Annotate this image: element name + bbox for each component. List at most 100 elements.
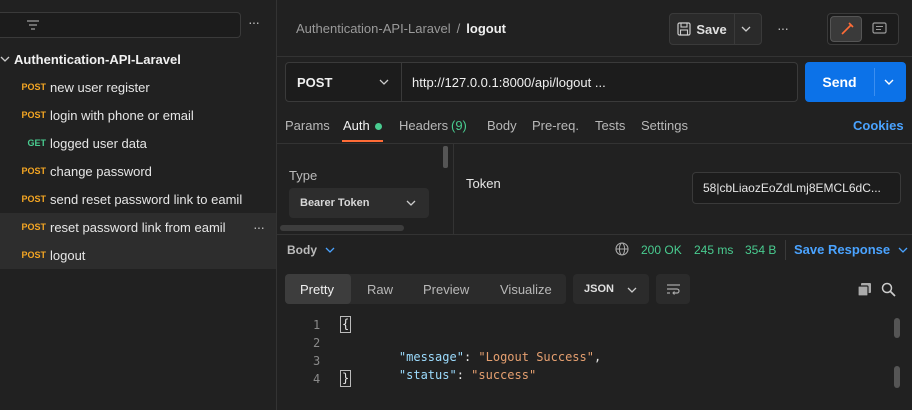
tab-prereq[interactable]: Pre-req.	[532, 118, 579, 133]
method-badge: POST	[21, 194, 46, 204]
send-label: Send	[822, 74, 857, 90]
copy-icon[interactable]	[857, 282, 872, 297]
auth-scrollbar-vertical[interactable]	[443, 146, 448, 168]
chevron-down-icon[interactable]	[0, 54, 10, 64]
response-view-tabs: Pretty Raw Preview Visualize	[285, 274, 566, 304]
json-close-brace: }	[339, 370, 352, 387]
tab-tests[interactable]: Tests	[595, 118, 625, 133]
tab-params[interactable]: Params	[285, 118, 330, 133]
tab-body[interactable]: Body	[487, 118, 517, 133]
method-badge: POST	[21, 110, 46, 120]
chevron-down-icon	[898, 247, 908, 253]
chevron-down-icon	[627, 287, 637, 293]
item-more-icon[interactable]: ···	[253, 219, 265, 235]
request-name: change password	[50, 163, 152, 179]
send-button[interactable]: Send	[805, 62, 874, 102]
divider	[277, 143, 912, 144]
line-number: 2	[313, 336, 321, 350]
save-response-button[interactable]: Save Response	[794, 242, 908, 257]
list-item-selected[interactable]: POST logout	[0, 241, 276, 269]
tab-pretty[interactable]: Pretty	[285, 274, 351, 304]
list-item[interactable]: GET logged user data	[0, 129, 276, 157]
breadcrumb: Authentication-API-Laravel / logout	[296, 21, 506, 36]
request-name: logout	[50, 247, 86, 263]
tab-headers[interactable]: Headers	[399, 118, 448, 133]
active-tab-indicator	[342, 140, 383, 142]
divider	[785, 240, 786, 260]
format-select[interactable]: JSON	[573, 274, 649, 304]
sidebar-search-input[interactable]	[0, 12, 241, 38]
wrap-icon	[667, 284, 680, 295]
wrap-lines-button[interactable]	[656, 274, 690, 304]
response-scrollbar-thumb[interactable]	[894, 366, 900, 388]
chevron-down-icon	[406, 200, 416, 206]
status-badge[interactable]: 200 OK	[641, 243, 682, 257]
request-name: send reset password link to eamil	[50, 191, 243, 207]
request-header: Authentication-API-Laravel / logout Save…	[277, 0, 912, 57]
method-select[interactable]: POST	[286, 63, 402, 101]
sidebar: ··· Authentication-API-Laravel POST new …	[0, 0, 277, 410]
auth-divider	[453, 144, 454, 234]
token-input[interactable]: 58|cbLiaozEoZdLmj8EMCL6dC...	[692, 172, 901, 204]
globe-icon[interactable]	[615, 242, 629, 256]
line-number: 4	[313, 372, 321, 386]
response-code-viewer[interactable]: 1 2 3 4 { "message": "Logout Success", "…	[300, 316, 880, 406]
auth-type-select[interactable]: Bearer Token	[289, 188, 429, 218]
tab-raw[interactable]: Raw	[367, 282, 393, 297]
list-item[interactable]: POST change password	[0, 157, 276, 185]
tab-visualize[interactable]: Visualize	[500, 282, 552, 297]
breadcrumb-collection[interactable]: Authentication-API-Laravel	[296, 21, 451, 36]
json-comma: ,	[593, 350, 602, 364]
auth-type-value: Bearer Token	[300, 197, 370, 209]
method-value: POST	[297, 75, 333, 90]
header-more-icon[interactable]: ···	[777, 20, 789, 36]
tab-preview[interactable]: Preview	[423, 282, 469, 297]
auth-scrollbar-horizontal[interactable]	[280, 225, 404, 231]
list-item[interactable]: POST new user register	[0, 73, 276, 101]
response-scrollbar[interactable]	[894, 318, 900, 338]
request-name: new user register	[50, 79, 150, 95]
list-item[interactable]: POST reset password link from eamil ···	[0, 213, 276, 241]
chevron-down-icon	[325, 247, 335, 253]
save-response-label: Save Response	[794, 242, 891, 257]
chevron-down-icon[interactable]	[740, 24, 752, 34]
method-badge: GET	[27, 138, 46, 148]
list-item[interactable]: POST login with phone or email	[0, 101, 276, 129]
url-input[interactable]: http://127.0.0.1:8000/api/logout ...	[412, 75, 606, 90]
list-item[interactable]: POST send reset password link to eamil	[0, 185, 276, 213]
method-badge: POST	[21, 250, 46, 260]
search-icon[interactable]	[881, 282, 896, 297]
pencil-icon	[841, 22, 854, 35]
collection-name: Authentication-API-Laravel	[14, 51, 181, 67]
auth-type-label: Type	[289, 168, 318, 183]
filter-icon[interactable]	[26, 18, 40, 32]
json-colon: :	[456, 368, 472, 382]
tab-settings[interactable]: Settings	[641, 118, 688, 133]
save-label: Save	[696, 21, 727, 37]
sidebar-more-icon[interactable]: ···	[248, 14, 260, 30]
save-icon	[677, 22, 691, 36]
tab-auth[interactable]: Auth	[343, 118, 370, 133]
line-number: 3	[313, 354, 321, 368]
request-name: login with phone or email	[50, 107, 194, 123]
cookies-link[interactable]: Cookies	[853, 118, 904, 133]
headers-count: (9)	[451, 118, 467, 133]
collection-row[interactable]: Authentication-API-Laravel	[0, 48, 276, 70]
token-value: 58|cbLiaozEoZdLmj8EMCL6dC...	[703, 181, 881, 195]
response-body-dropdown[interactable]: Body	[287, 243, 335, 257]
response-size[interactable]: 354 B	[745, 243, 776, 257]
url-bar: POST http://127.0.0.1:8000/api/logout ..…	[285, 62, 798, 102]
chevron-down-icon[interactable]	[883, 77, 895, 87]
edit-mode-button[interactable]	[830, 16, 862, 42]
request-name: reset password link from eamil	[50, 219, 226, 235]
request-name: logged user data	[50, 135, 147, 151]
page-title[interactable]: logout	[466, 21, 506, 36]
json-key: "status"	[398, 368, 457, 382]
comment-icon[interactable]	[872, 22, 888, 36]
format-value: JSON	[584, 283, 614, 295]
json-string: "success"	[471, 368, 537, 382]
save-button-group: Save	[669, 13, 762, 45]
save-button[interactable]: Save	[670, 14, 735, 44]
json-line: "status": "success"	[370, 354, 536, 396]
response-time[interactable]: 245 ms	[694, 243, 733, 257]
